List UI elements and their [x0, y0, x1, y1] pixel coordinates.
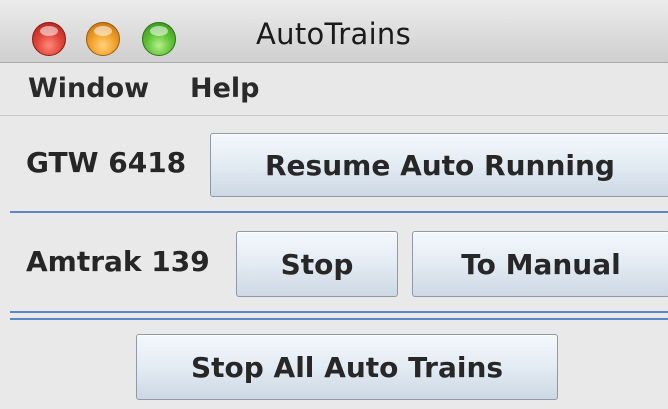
to-manual-button[interactable]: To Manual — [412, 231, 668, 297]
window-title: AutoTrains — [256, 17, 412, 51]
menu-help[interactable]: Help — [190, 73, 260, 104]
close-window-button[interactable] — [32, 22, 66, 56]
footer-separator — [10, 318, 668, 320]
menu-window[interactable]: Window — [28, 73, 149, 104]
resume-auto-running-button[interactable]: Resume Auto Running — [210, 133, 668, 197]
train-name-label: GTW 6418 — [26, 146, 187, 179]
row-separator — [10, 211, 668, 213]
train-name-label: Amtrak 139 — [26, 245, 210, 278]
stop-all-auto-trains-button[interactable]: Stop All Auto Trains — [136, 334, 558, 400]
autotrains-window: AutoTrains Window Help GTW 6418 Resume A… — [0, 0, 668, 409]
stop-train-button[interactable]: Stop — [236, 231, 398, 297]
minimize-window-button[interactable] — [86, 22, 120, 56]
title-bar[interactable]: AutoTrains — [0, 0, 668, 63]
zoom-window-button[interactable] — [142, 22, 176, 56]
row-separator — [10, 311, 668, 313]
menu-bar: Window Help — [0, 63, 668, 116]
